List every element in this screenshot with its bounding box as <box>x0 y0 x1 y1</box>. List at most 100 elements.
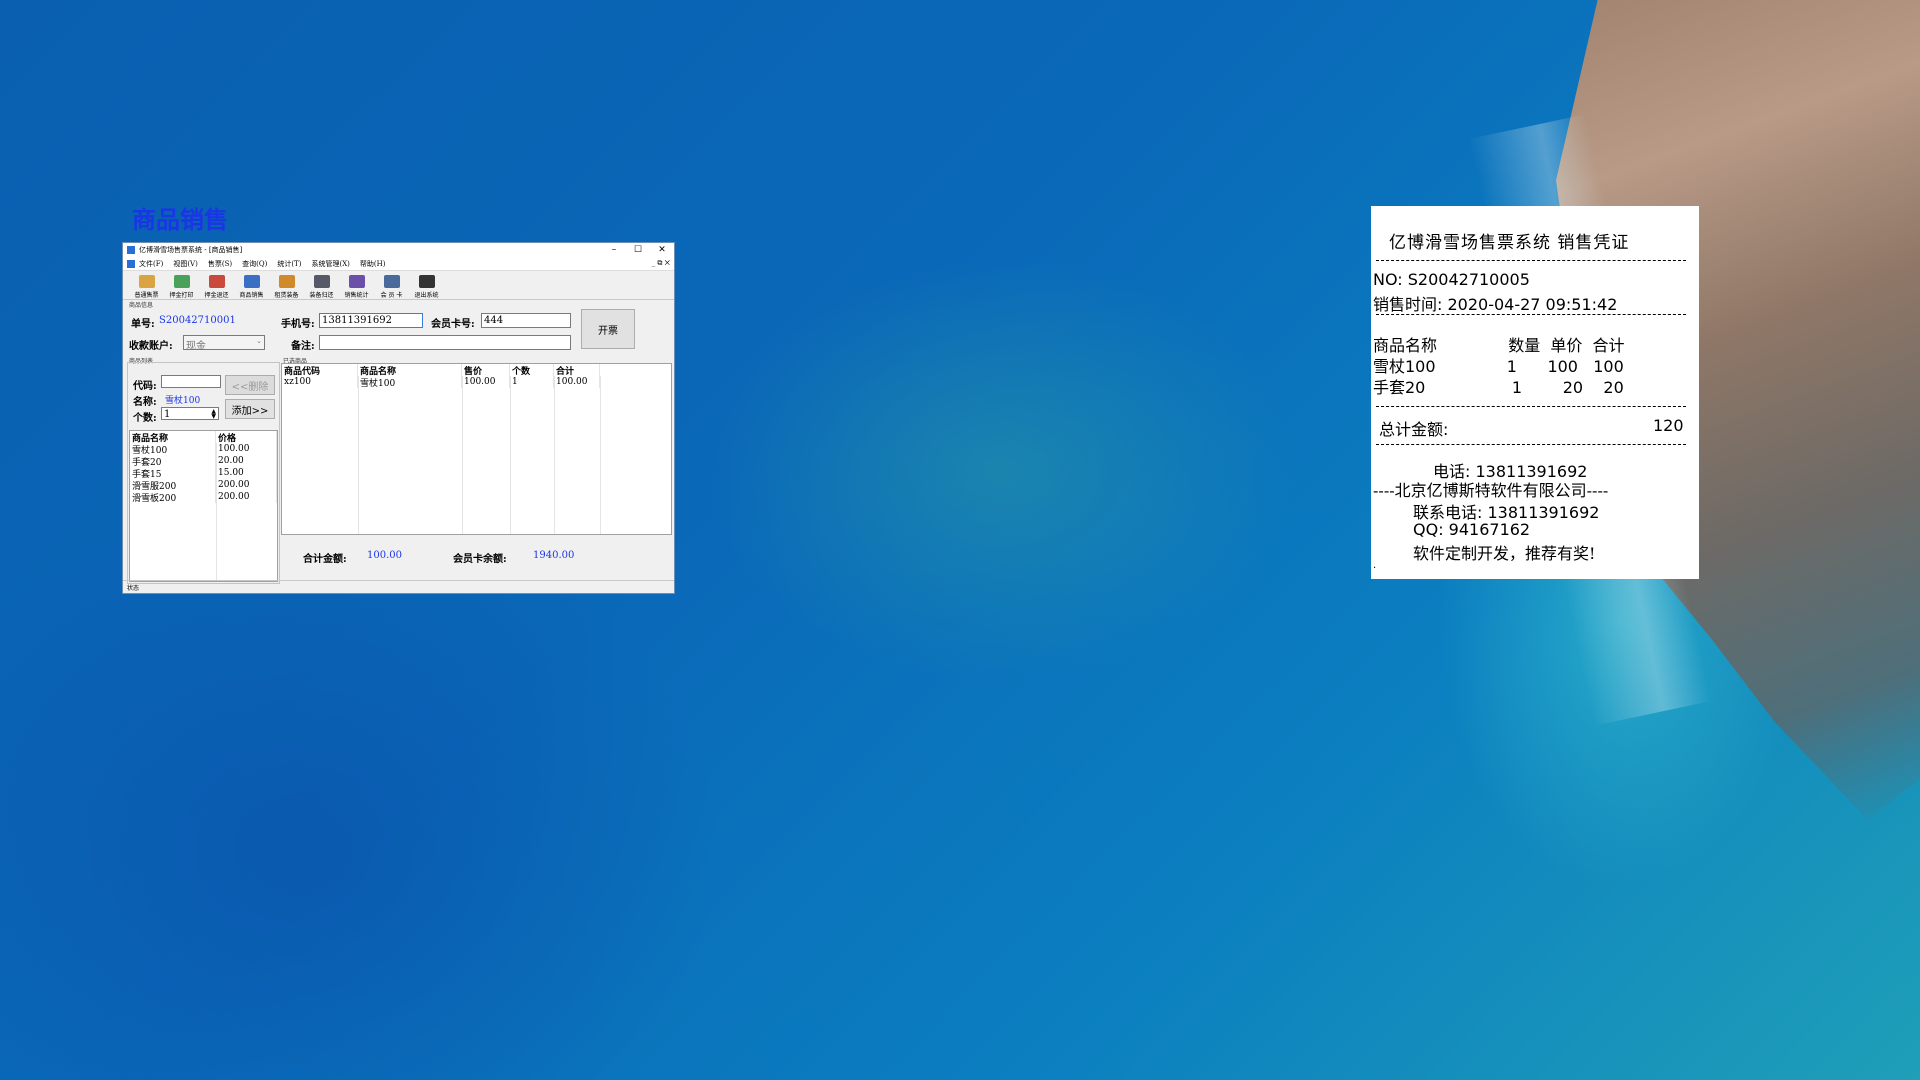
divider <box>1376 444 1686 445</box>
code-input[interactable] <box>161 375 221 388</box>
receipt-total-label: 总计金额: <box>1379 420 1449 439</box>
window-title: 亿博滑雪场售票系统 - [商品销售] <box>139 246 243 254</box>
product-name-cell: 手套15 <box>130 467 216 479</box>
toolbar-label: 押金打印 <box>169 292 194 299</box>
toolbar-button-8[interactable]: 退出系统 <box>409 275 444 299</box>
status-text: 状态 <box>127 584 140 592</box>
column-product-name[interactable]: 商品名称 <box>358 364 462 376</box>
receipt-no: NO: S20042710005 <box>1373 270 1530 289</box>
title-bar[interactable]: 亿博滑雪场售票系统 - [商品销售] – ☐ ✕ <box>123 243 674 257</box>
toolbar-icon <box>278 275 295 288</box>
selected-grid-header: 商品代码 商品名称 售价 个数 合计 <box>282 364 671 376</box>
maximize-button[interactable]: ☐ <box>626 245 650 255</box>
product-name-cell: 手套20 <box>130 455 216 467</box>
code-label: 代码: <box>133 381 157 392</box>
table-row[interactable]: 滑雪板200 200.00 <box>130 491 277 503</box>
app-window: 亿博滑雪场售票系统 - [商品销售] – ☐ ✕ 文件(F) 视图(V) 售票(… <box>122 242 675 594</box>
selected-cell: xz100 <box>282 376 358 388</box>
product-name-cell: 滑雪服200 <box>130 479 216 491</box>
toolbar-button-4[interactable]: 租赁装备 <box>269 275 304 299</box>
toolbar-icon <box>348 275 365 288</box>
balance-value: 1940.00 <box>533 550 575 561</box>
column-price[interactable]: 价格 <box>216 431 277 443</box>
column-count[interactable]: 个数 <box>510 364 554 376</box>
minimize-button[interactable]: – <box>602 245 626 255</box>
toolbar-label: 普通售票 <box>134 292 159 299</box>
order-no-value: S20042710001 <box>159 315 236 326</box>
menu-file[interactable]: 文件(F) <box>139 259 163 269</box>
divider <box>1376 406 1686 407</box>
toolbar-icon <box>243 275 260 288</box>
phone-input[interactable]: 13811391692 <box>319 313 423 328</box>
receipt-item: 手套20 1 20 20 <box>1373 378 1624 397</box>
product-price-cell: 200.00 <box>216 479 277 491</box>
table-row[interactable]: xz100 雪杖100 100.00 1 100.00 <box>282 376 671 388</box>
toolbar-label: 商品销售 <box>239 292 264 299</box>
chevron-down-icon: ⌄ <box>256 337 262 345</box>
receipt-slogan: 软件定制开发，推荐有奖! <box>1413 544 1596 563</box>
toolbar-button-0[interactable]: 普通售票 <box>129 275 164 299</box>
toolbar-button-6[interactable]: 销售统计 <box>339 275 374 299</box>
table-row[interactable]: 手套15 15.00 <box>130 467 277 479</box>
column-name[interactable]: 商品名称 <box>130 431 216 443</box>
status-bar: 状态 <box>123 580 674 593</box>
toolbar: 普通售票 押金打印 押金退还 商品销售 租赁装备 装备归还 销售统计 会 员 卡 退出系统 <box>123 271 674 300</box>
divider <box>1376 260 1686 261</box>
menu-ticket[interactable]: 售票(S) <box>208 259 232 269</box>
toolbar-button-5[interactable]: 装备归还 <box>304 275 339 299</box>
table-row[interactable]: 滑雪服200 200.00 <box>130 479 277 491</box>
column-subtotal[interactable]: 合计 <box>554 364 600 376</box>
product-name-cell: 滑雪板200 <box>130 491 216 503</box>
toolbar-icon <box>313 275 330 288</box>
menu-help[interactable]: 帮助(H) <box>360 259 386 269</box>
qty-value: 1 <box>164 409 171 420</box>
stepper-arrows-icon[interactable]: ▲ ▼ <box>211 409 216 420</box>
issue-ticket-button[interactable]: 开票 <box>581 309 635 349</box>
order-no-label: 单号: <box>131 319 155 330</box>
qty-label: 个数: <box>133 413 157 424</box>
toolbar-label: 销售统计 <box>344 292 369 299</box>
toolbar-button-1[interactable]: 押金打印 <box>164 275 199 299</box>
section-info-label: 商品信息 <box>129 302 154 309</box>
menu-query[interactable]: 查询(Q) <box>242 259 267 269</box>
product-name-cell: 雪杖100 <box>130 443 216 455</box>
account-select[interactable]: 现金 ⌄ <box>183 335 265 352</box>
account-value: 现金 <box>186 341 206 352</box>
toolbar-button-3[interactable]: 商品销售 <box>234 275 269 299</box>
selected-cell: 100.00 <box>554 376 600 388</box>
app-icon <box>127 246 135 254</box>
delete-button[interactable]: <<删除 <box>225 375 275 395</box>
toolbar-icon <box>383 275 400 288</box>
mdi-controls[interactable]: _ ⧉ ✕ <box>652 259 670 268</box>
column-code[interactable]: 商品代码 <box>282 364 358 376</box>
divider <box>1376 314 1686 315</box>
toolbar-label: 装备归还 <box>309 292 334 299</box>
toolbar-icon <box>418 275 435 288</box>
menu-stats[interactable]: 统计(T) <box>277 259 301 269</box>
selected-grid: 商品代码 商品名称 售价 个数 合计 xz100 雪杖100 100.00 1 100.… <box>281 363 672 535</box>
toolbar-icon <box>208 275 225 288</box>
qty-stepper[interactable]: 1 ▲ ▼ <box>161 407 219 420</box>
menu-bar: 文件(F) 视图(V) 售票(S) 查询(Q) 统计(T) 系统管理(X) 帮助… <box>123 257 674 271</box>
account-label: 收款账户: <box>129 341 173 352</box>
column-sale-price[interactable]: 售价 <box>462 364 510 376</box>
table-row[interactable]: 雪杖100 100.00 <box>130 443 277 455</box>
add-button[interactable]: 添加>> <box>225 399 275 419</box>
balance-label: 会员卡余额: <box>453 554 507 565</box>
menu-view[interactable]: 视图(V) <box>173 259 198 269</box>
toolbar-icon <box>173 275 190 288</box>
card-input[interactable]: 444 <box>481 313 571 328</box>
card-label: 会员卡号: <box>431 319 475 330</box>
table-row[interactable]: 手套20 20.00 <box>130 455 277 467</box>
receipt-time: 销售时间: 2020-04-27 09:51:42 <box>1373 295 1618 314</box>
menu-system[interactable]: 系统管理(X) <box>311 259 349 269</box>
receipt-end-mark: . <box>1373 560 1377 571</box>
toolbar-button-2[interactable]: 押金退还 <box>199 275 234 299</box>
receipt-company: ----北京亿博斯特软件有限公司---- <box>1373 481 1609 500</box>
remark-input[interactable] <box>319 335 571 350</box>
selected-cell: 1 <box>510 376 554 388</box>
receipt-qq: QQ: 94167162 <box>1413 520 1531 539</box>
toolbar-button-7[interactable]: 会 员 卡 <box>374 275 409 299</box>
receipt-title: 亿博滑雪场售票系统 销售凭证 <box>1389 233 1630 253</box>
close-button[interactable]: ✕ <box>650 245 674 255</box>
